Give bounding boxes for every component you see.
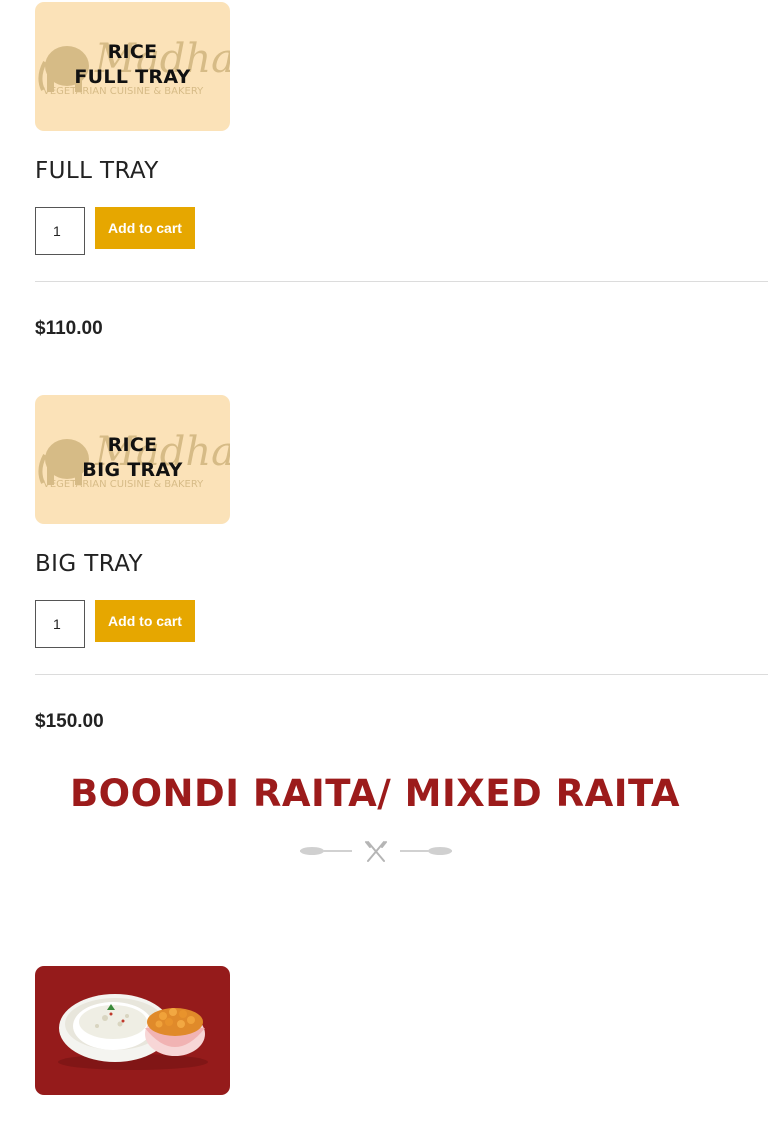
thumbnail-label-line1: RICE	[107, 41, 158, 63]
product-title[interactable]: BIG TRAY	[35, 551, 143, 577]
add-to-cart-button[interactable]: Add to cart	[95, 207, 195, 249]
thumbnail-label-line2: FULL TRAY	[74, 66, 191, 88]
raita-bowls-image	[58, 994, 208, 1070]
thumbnail-label-line2: BIG TRAY	[82, 459, 183, 481]
fork-knife-divider-icon	[300, 841, 452, 862]
product-card: Madhan VEGETARIAN CUISINE & BAKERY RICE …	[35, 2, 768, 342]
product-thumbnail[interactable]	[35, 966, 230, 1095]
thumbnail-label: RICE BIG TRAY	[35, 433, 230, 483]
product-thumbnail[interactable]: Madhan VEGETARIAN CUISINE & BAKERY RICE …	[35, 395, 230, 524]
divider	[35, 674, 768, 675]
product-thumbnail[interactable]: Madhan VEGETARIAN CUISINE & BAKERY RICE …	[35, 2, 230, 131]
add-to-cart-button[interactable]: Add to cart	[95, 600, 195, 642]
product-price: $150.00	[35, 711, 104, 732]
product-card: Madhan VEGETARIAN CUISINE & BAKERY RICE …	[35, 395, 768, 740]
divider	[35, 281, 768, 282]
page: Madhan VEGETARIAN CUISINE & BAKERY RICE …	[0, 0, 768, 1123]
thumbnail-label-line1: RICE	[107, 434, 158, 456]
quantity-input[interactable]	[35, 600, 85, 648]
product-price: $110.00	[35, 318, 103, 339]
product-title[interactable]: FULL TRAY	[35, 158, 159, 184]
thumbnail-label: RICE FULL TRAY	[35, 40, 230, 90]
quantity-input[interactable]	[35, 207, 85, 255]
section-heading: BOONDI RAITA/ MIXED RAITA	[69, 772, 681, 815]
